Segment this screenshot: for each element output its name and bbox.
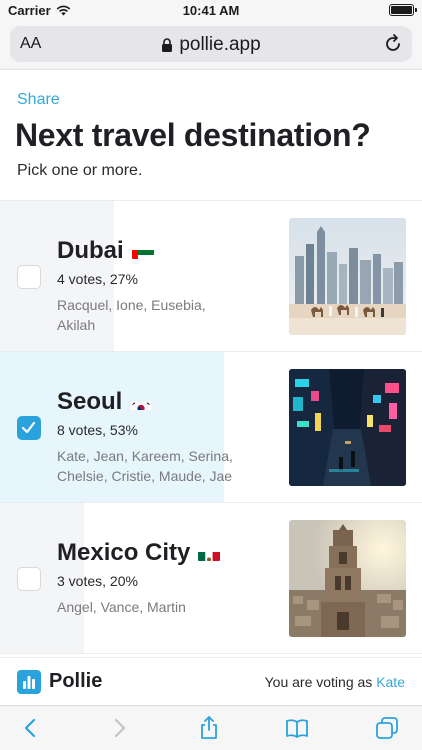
browser-toolbar bbox=[0, 705, 422, 750]
poll-footer: Pollie You are voting as Kate bbox=[0, 657, 422, 705]
poll-instructions: Pick one or more. bbox=[17, 162, 143, 179]
share-icon[interactable] bbox=[196, 715, 222, 741]
tabs-icon[interactable] bbox=[374, 715, 400, 741]
uae-flag-icon bbox=[131, 244, 154, 259]
option-checkbox-checked[interactable] bbox=[17, 416, 41, 440]
lock-icon bbox=[162, 37, 173, 52]
voting-as-text: You are voting as Kate bbox=[265, 674, 405, 690]
mexico-city-photo bbox=[289, 520, 406, 637]
status-bar: Carrier 10:41 AM bbox=[0, 0, 422, 22]
pollie-logo-icon bbox=[17, 670, 41, 694]
mexico-flag-icon bbox=[198, 546, 221, 561]
option-checkbox[interactable] bbox=[17, 265, 41, 289]
url-display[interactable]: pollie.app bbox=[10, 34, 412, 56]
option-vote-count: 4 votes, 27% bbox=[57, 271, 138, 287]
browser-address-area: AA pollie.app bbox=[0, 22, 422, 70]
url-text: pollie.app bbox=[179, 34, 261, 55]
option-title: Dubai bbox=[57, 237, 154, 265]
dubai-photo bbox=[289, 218, 406, 335]
option-checkbox[interactable] bbox=[17, 567, 41, 591]
reload-icon[interactable] bbox=[382, 33, 404, 55]
back-icon[interactable] bbox=[18, 715, 44, 741]
seoul-photo bbox=[289, 369, 406, 486]
forward-icon[interactable] bbox=[106, 715, 132, 741]
poll-title: Next travel destination? bbox=[15, 117, 371, 153]
share-link[interactable]: Share bbox=[17, 91, 60, 109]
option-title: Mexico City bbox=[57, 539, 221, 567]
voting-as-prefix: You are voting as bbox=[264, 674, 373, 690]
brand-name: Pollie bbox=[49, 670, 103, 692]
option-name: Mexico City bbox=[57, 539, 191, 566]
option-title: Seoul bbox=[57, 388, 153, 416]
option-name: Seoul bbox=[57, 388, 123, 415]
voting-as-user-link[interactable]: Kate bbox=[376, 674, 405, 690]
option-voters: Angel, Vance, Martin bbox=[57, 599, 186, 615]
checkmark-icon bbox=[21, 421, 36, 434]
option-voters: Kate, Jean, Kareem, Serina, Chelsie, Cri… bbox=[57, 448, 233, 484]
option-name: Dubai bbox=[57, 237, 124, 264]
address-bar[interactable]: AA pollie.app bbox=[10, 26, 412, 62]
option-voters: Racquel, Ione, Eusebia, Akilah bbox=[57, 297, 206, 333]
option-vote-count: 3 votes, 20% bbox=[57, 573, 138, 589]
south-korea-flag-icon bbox=[130, 395, 153, 410]
clock: 10:41 AM bbox=[182, 3, 240, 18]
poll-option-seoul[interactable]: Seoul 8 votes, 53% Kate, Jean, Kareem, S… bbox=[0, 352, 422, 502]
bookmarks-icon[interactable] bbox=[284, 715, 310, 741]
battery-icon bbox=[389, 4, 417, 16]
option-vote-count: 8 votes, 53% bbox=[57, 422, 138, 438]
poll-option-mexico-city[interactable]: Mexico City 3 votes, 20% Angel, Vance, M… bbox=[0, 503, 422, 653]
poll-option-dubai[interactable]: Dubai 4 votes, 27% Racquel, Ione, Eusebi… bbox=[0, 201, 422, 351]
divider bbox=[0, 653, 422, 654]
